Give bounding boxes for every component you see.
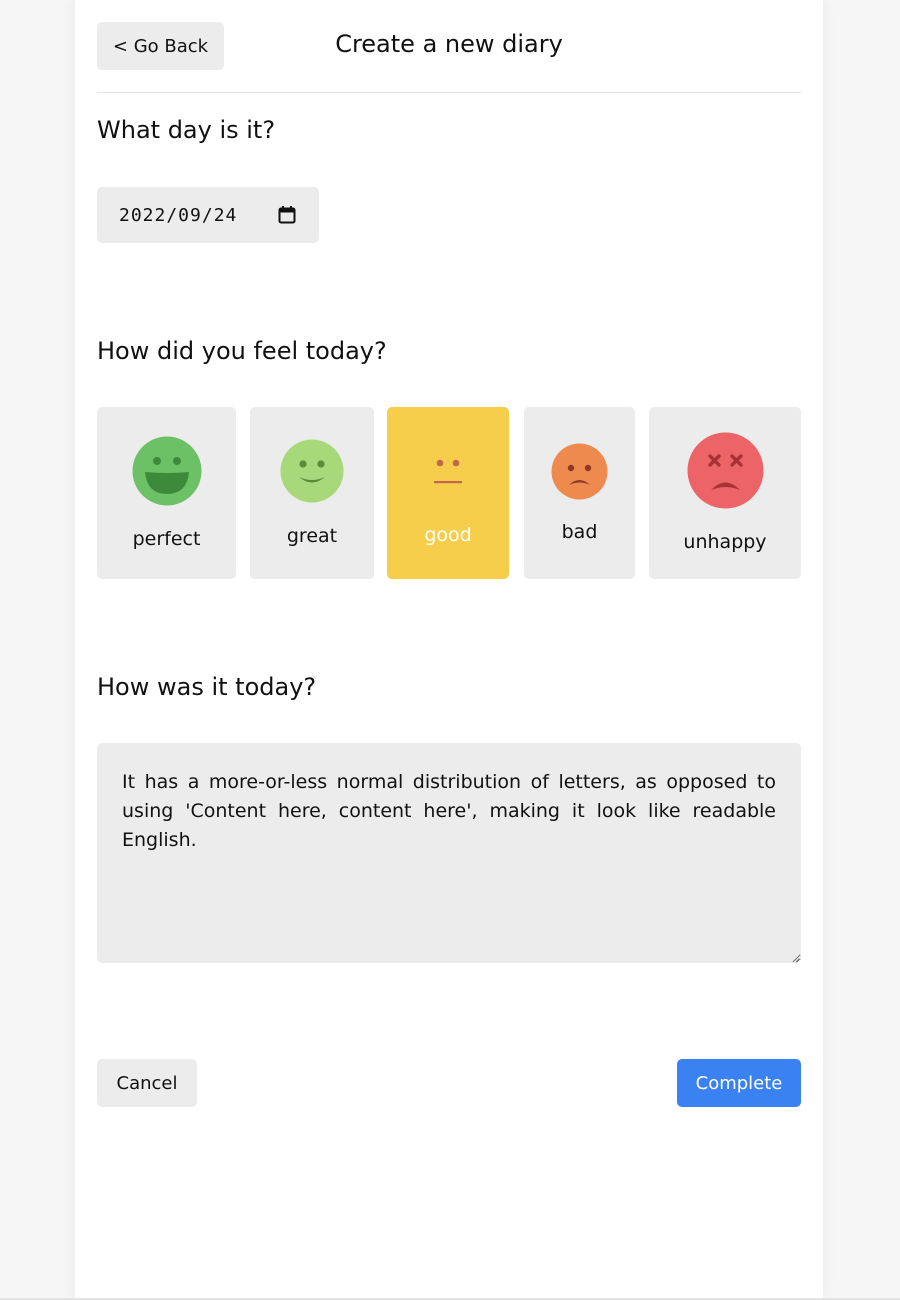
frowning-face-icon [551, 443, 608, 500]
mood-label: good [424, 524, 472, 546]
mood-label: bad [561, 521, 598, 543]
mood-question: How did you feel today? [97, 337, 387, 365]
page-title: Create a new diary [335, 30, 563, 58]
notes-question: How was it today? [97, 673, 317, 701]
date-question: What day is it? [97, 116, 276, 144]
cancel-button[interactable]: Cancel [97, 1059, 197, 1107]
diary-textarea[interactable]: It has a more-or-less normal distributio… [97, 743, 801, 963]
calendar-icon[interactable] [278, 206, 296, 224]
mood-option-unhappy[interactable]: unhappy [649, 407, 801, 579]
resize-grip-icon[interactable] [792, 955, 800, 963]
mood-label: great [286, 525, 338, 547]
complete-button[interactable]: Complete [677, 1059, 801, 1107]
date-value: 2022/09/24 [119, 204, 238, 226]
header-bar: < Go Back Create a new diary [97, 0, 801, 93]
mood-option-good[interactable]: good [387, 407, 509, 579]
mood-option-great[interactable]: great [250, 407, 374, 579]
date-input[interactable]: 2022/09/24 [97, 187, 319, 243]
dizzy-face-icon [687, 432, 764, 509]
neutral-face-icon [434, 459, 462, 484]
laughing-face-icon [132, 436, 202, 506]
mood-label: unhappy [683, 531, 767, 553]
mood-option-bad[interactable]: bad [524, 407, 635, 579]
mood-label: perfect [132, 528, 201, 550]
diary-form-page: < Go Back Create a new diary What day is… [75, 0, 823, 1298]
smiling-face-icon [280, 439, 344, 503]
mood-option-perfect[interactable]: perfect [97, 407, 236, 579]
